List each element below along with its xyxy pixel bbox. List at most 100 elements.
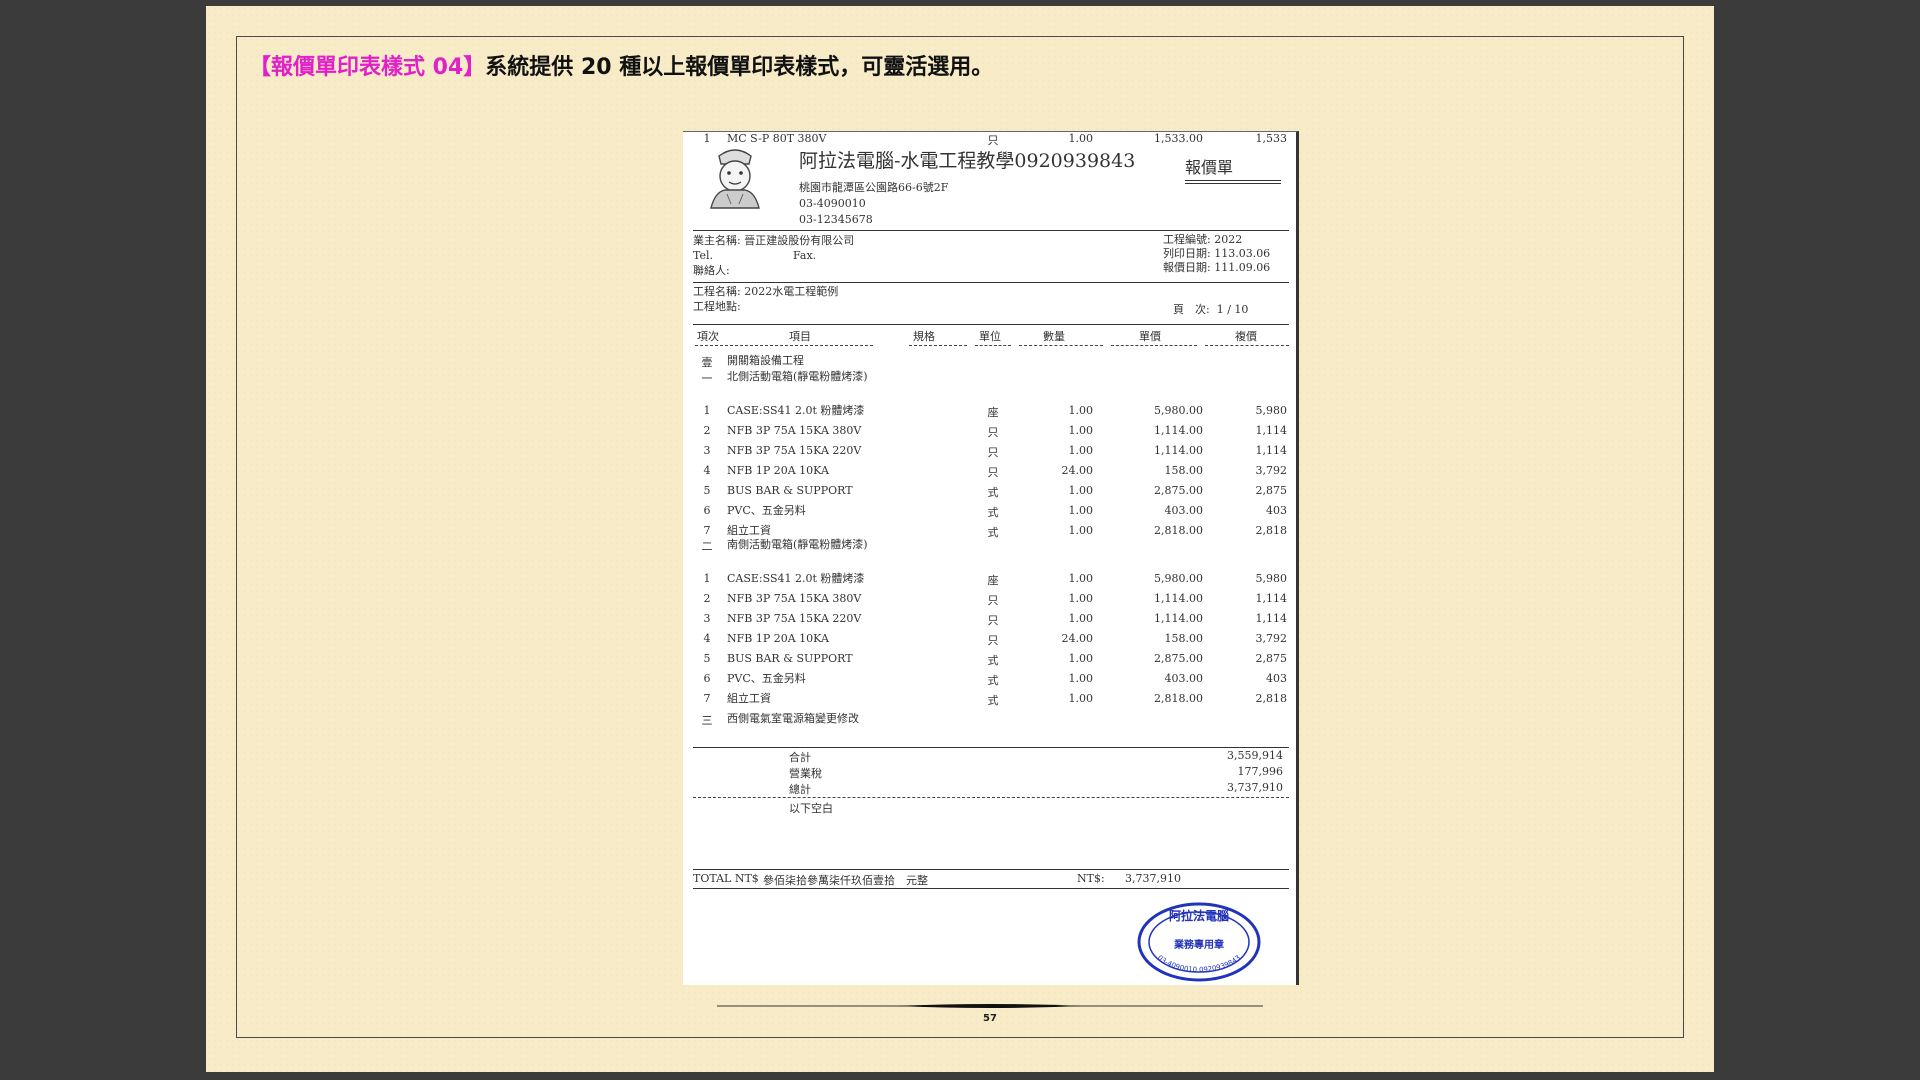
cell-item: NFB 1P 20A 10KA bbox=[727, 632, 829, 645]
cell-item: NFB 1P 20A 10KA bbox=[727, 464, 829, 477]
cell-no: 1 bbox=[703, 572, 711, 585]
nt-value: 3,737,910 bbox=[1125, 872, 1181, 885]
cell-item: 西側電氣室電源箱變更修改 bbox=[727, 712, 859, 725]
col-amount: 複價 bbox=[1235, 330, 1257, 343]
cell-no: 4 bbox=[703, 632, 711, 645]
cell-amount: 2,875 bbox=[1255, 484, 1288, 497]
slide-page: 【報價單印表樣式 04】系統提供 20 種以上報價單印表樣式，可靈活選用。 阿拉… bbox=[206, 6, 1714, 1072]
cell-no: 4 bbox=[703, 464, 711, 477]
cell-unit: 只 bbox=[987, 446, 999, 459]
cell-qty: 1.00 bbox=[1068, 612, 1094, 625]
cell-price: 1,114.00 bbox=[1154, 424, 1203, 437]
table-row: 6 PVC、五金另料 式 1.00 403.00 403 bbox=[683, 504, 1296, 523]
cell-amount: 3,792 bbox=[1255, 632, 1288, 645]
cell-qty: 1.00 bbox=[1068, 652, 1094, 665]
col-unit: 單位 bbox=[979, 330, 1001, 343]
cell-unit: 只 bbox=[987, 426, 999, 439]
cell-qty: 1.00 bbox=[1068, 572, 1094, 585]
cell-item: NFB 3P 75A 15KA 220V bbox=[727, 444, 862, 457]
table-row: 5 BUS BAR & SUPPORT 式 1.00 2,875.00 2,875 bbox=[683, 484, 1296, 503]
page-heading: 【報價單印表樣式 04】系統提供 20 種以上報價單印表樣式，可靈活選用。 bbox=[249, 49, 993, 81]
table-top-rule bbox=[693, 324, 1289, 325]
cell-price: 1,114.00 bbox=[1154, 444, 1203, 457]
col-spec: 規格 bbox=[913, 330, 935, 343]
cell-no: 二 bbox=[701, 540, 713, 553]
cell-no: 5 bbox=[703, 652, 711, 665]
cell-no: 5 bbox=[703, 484, 711, 497]
cell-no: 7 bbox=[703, 692, 711, 705]
cell-no: 2 bbox=[703, 424, 711, 437]
total-value: 3,737,910 bbox=[1227, 781, 1283, 794]
table-row: 三 西側電氣室電源箱變更修改 bbox=[683, 712, 1296, 731]
page-label: 頁 次: bbox=[1173, 303, 1210, 316]
project-number: 工程編號: 2022 bbox=[1163, 233, 1243, 246]
table-row: 3 NFB 3P 75A 15KA 220V 只 1.00 1,114.00 1,114 bbox=[683, 612, 1296, 631]
cell-qty: 1.00 bbox=[1068, 444, 1094, 457]
cell-qty: 1.00 bbox=[1068, 592, 1094, 605]
cell-price: 158.00 bbox=[1164, 632, 1204, 645]
col-underline-item bbox=[695, 345, 873, 346]
company-phone-2: 03-12345678 bbox=[799, 213, 873, 226]
blank-note: 以下空白 bbox=[789, 802, 833, 815]
cell-no: 1 bbox=[703, 404, 711, 417]
tax-value: 177,996 bbox=[1237, 765, 1284, 778]
cell-unit: 只 bbox=[987, 594, 999, 607]
cell-item: CASE:SS41 2.0t 粉體烤漆 bbox=[727, 572, 865, 585]
cell-amount: 3,792 bbox=[1255, 464, 1288, 477]
table-row: 1 CASE:SS41 2.0t 粉體烤漆 座 1.00 5,980.00 5,980 bbox=[683, 572, 1296, 591]
cell-item: PVC、五金另料 bbox=[727, 672, 806, 685]
cell-unit: 式 bbox=[987, 506, 999, 519]
table-row: 二 南側活動電箱(靜電粉體烤漆) bbox=[683, 538, 1296, 557]
cell-no: 三 bbox=[701, 714, 713, 727]
content-frame: 【報價單印表樣式 04】系統提供 20 種以上報價單印表樣式，可靈活選用。 阿拉… bbox=[236, 36, 1684, 1038]
cell-item: 開關箱設備工程 bbox=[727, 354, 804, 367]
cell-amount: 1,533 bbox=[1255, 132, 1288, 145]
page-value: 1 / 10 bbox=[1216, 303, 1249, 316]
fax-label: Fax. bbox=[793, 249, 817, 262]
project-info: 工程名稱: 2022水電工程範例 工程地點: bbox=[693, 284, 838, 314]
stamp-mid-text: 業務專用章 bbox=[1173, 938, 1224, 951]
col-underline-qty bbox=[1019, 345, 1103, 346]
cell-price: 5,980.00 bbox=[1154, 572, 1203, 585]
table-row: 5 BUS BAR & SUPPORT 式 1.00 2,875.00 2,875 bbox=[683, 652, 1296, 671]
stamp-top-text: 阿拉法電腦 bbox=[1169, 908, 1229, 923]
company-logo-cartoon bbox=[701, 142, 769, 210]
cell-unit: 只 bbox=[987, 614, 999, 627]
company-phone-1: 03-4090010 bbox=[799, 197, 866, 210]
cell-no: 壹 bbox=[701, 356, 713, 369]
blank-divider bbox=[693, 797, 1289, 798]
cell-item: NFB 3P 75A 15KA 380V bbox=[727, 592, 862, 605]
cell-price: 1,533.00 bbox=[1154, 132, 1203, 145]
cell-qty: 1.00 bbox=[1068, 524, 1094, 537]
cell-qty: 24.00 bbox=[1061, 464, 1094, 477]
col-item: 項目 bbox=[789, 330, 811, 343]
cell-item: MC S-P 80T 380V bbox=[727, 132, 827, 145]
client-tel-fax: Tel. Fax. bbox=[693, 248, 854, 263]
cell-no: 3 bbox=[703, 444, 711, 457]
client-info: 業主名稱: 晉正建設股份有限公司 Tel. Fax. 聯絡人: bbox=[693, 233, 854, 278]
company-seal-stamp: 阿拉法電腦 業務專用章 03-4090010 0920939843 bbox=[1137, 902, 1261, 982]
svg-text:03-4090010 0920939843: 03-4090010 0920939843 bbox=[1156, 954, 1242, 974]
cell-no: 7 bbox=[703, 524, 711, 537]
project-meta: 工程編號: 2022 列印日期: 113.03.06 報價日期: 111.09.… bbox=[1163, 233, 1270, 275]
cell-item: NFB 3P 75A 15KA 220V bbox=[727, 612, 862, 625]
cell-amount: 2,875 bbox=[1255, 652, 1288, 665]
table-row: 一 北側活動電箱(靜電粉體烤漆) bbox=[683, 370, 1296, 389]
cell-unit: 座 bbox=[987, 406, 999, 419]
cell-amount: 1,114 bbox=[1255, 444, 1288, 457]
col-underline-spec bbox=[909, 345, 967, 346]
cell-price: 1,114.00 bbox=[1154, 612, 1203, 625]
contact-person: 聯絡人: bbox=[693, 264, 730, 277]
cell-price: 1,114.00 bbox=[1154, 592, 1203, 605]
nt-label: NT$: bbox=[1077, 872, 1105, 885]
cell-amount: 2,818 bbox=[1255, 524, 1288, 537]
quotation-document: 阿拉法電腦-水電工程教學0920939843 桃園市龍潭區公園路66-6號2F … bbox=[683, 131, 1299, 985]
cell-item: PVC、五金另料 bbox=[727, 504, 806, 517]
col-underline-amount bbox=[1205, 345, 1289, 346]
cell-amount: 403 bbox=[1266, 672, 1287, 685]
cell-price: 403.00 bbox=[1164, 672, 1204, 685]
client-divider bbox=[693, 282, 1289, 283]
total-in-words: 參佰柒拾參萬柒仟玖佰壹拾 元整 bbox=[763, 874, 928, 887]
header-divider bbox=[693, 230, 1289, 231]
cell-no: 6 bbox=[703, 672, 711, 685]
